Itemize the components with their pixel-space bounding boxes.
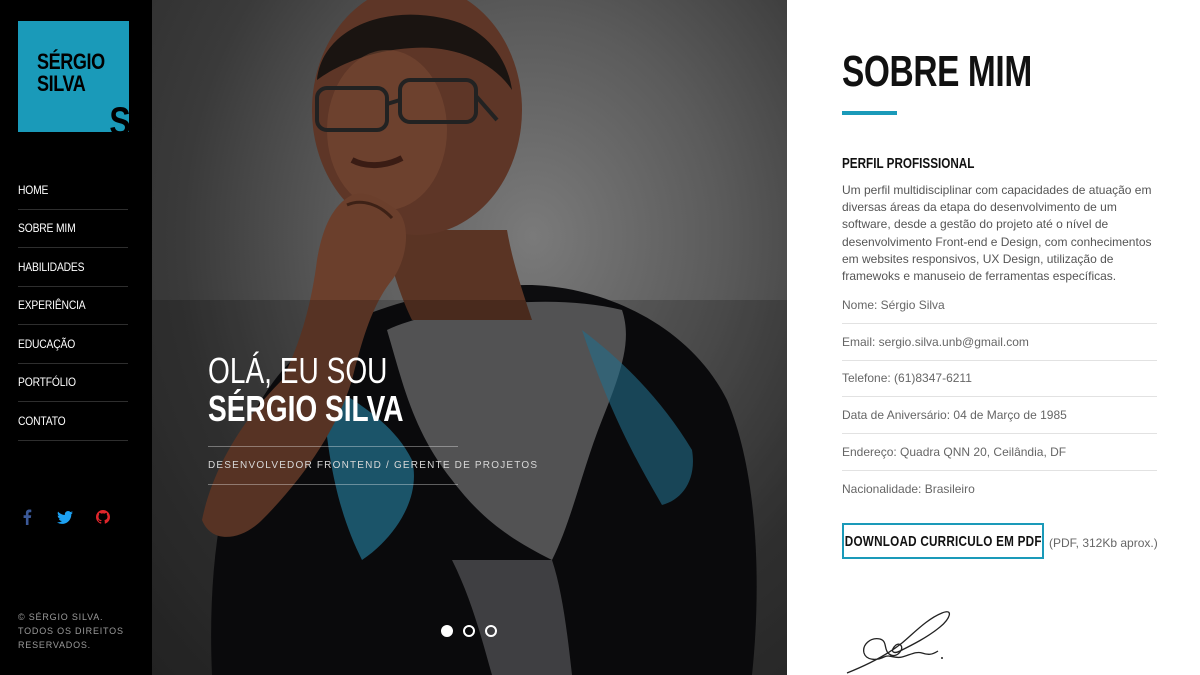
info-address: Endereço: Quadra QNN 20, Ceilândia, DF	[842, 434, 1157, 471]
copyright-line: TODOS OS DIREITOS	[18, 626, 124, 636]
nav-item-label: CONTATO	[18, 413, 66, 428]
download-cv-button[interactable]: DOWNLOAD CURRICULO EM PDF	[842, 523, 1044, 559]
nav-item-home[interactable]: HOME	[18, 171, 128, 210]
info-email: Email: sergio.silva.unb@gmail.com	[842, 324, 1157, 361]
nav-item-experiencia[interactable]: EXPERIÊNCIA	[18, 287, 128, 325]
nav-item-habilidades[interactable]: HABILIDADES	[18, 248, 128, 287]
nav-item-sobre-mim[interactable]: SOBRE MIM	[18, 210, 128, 248]
nav-item-label: HOME	[18, 182, 49, 197]
nav-item-label: PORTFÓLIO	[18, 375, 76, 390]
brand-mark: S	[109, 100, 129, 132]
brand-name: SÉRGIO SILVA	[37, 51, 105, 95]
hero-name: SÉRGIO SILVA	[208, 388, 404, 429]
facebook-icon[interactable]	[18, 508, 36, 526]
download-note: (PDF, 312Kb aprox.)	[1049, 535, 1158, 550]
hero-slider: OLÁ, EU SOU SÉRGIO SILVA DESENVOLVEDOR F…	[152, 0, 787, 675]
copyright-line: © SÉRGIO SILVA.	[18, 612, 104, 622]
twitter-icon[interactable]	[56, 508, 74, 526]
title-accent-bar	[842, 111, 897, 115]
slider-dot-3[interactable]	[485, 625, 497, 637]
copyright-line: RESERVADOS.	[18, 640, 91, 650]
brand-logo[interactable]: SÉRGIO SILVA S	[18, 21, 129, 132]
personal-info-list: Nome: Sérgio Silva Email: sergio.silva.u…	[842, 287, 1157, 508]
download-row: DOWNLOAD CURRICULO EM PDF (PDF, 312Kb ap…	[842, 523, 1158, 559]
profile-description: Um perfil multidisciplinar com capacidad…	[842, 183, 1152, 284]
info-name: Nome: Sérgio Silva	[842, 287, 1157, 324]
brand-name-line1: SÉRGIO	[37, 49, 105, 74]
nav-item-label: EDUCAÇÃO	[18, 336, 76, 351]
hero-greeting: OLÁ, EU SOU	[208, 350, 388, 391]
nav-item-educacao[interactable]: EDUCAÇÃO	[18, 325, 128, 364]
brand-name-line2: SILVA	[37, 71, 86, 96]
nav-item-label: SOBRE MIM	[18, 221, 76, 236]
copyright: © SÉRGIO SILVA. TODOS OS DIREITOS RESERV…	[18, 610, 138, 652]
hero-subtitle: DESENVOLVEDOR FRONTEND / GERENTE DE PROJ…	[208, 460, 539, 471]
divider	[208, 446, 458, 447]
slider-dot-2[interactable]	[463, 625, 475, 637]
nav-item-label: HABILIDADES	[18, 259, 85, 274]
social-links	[18, 508, 112, 526]
download-cv-label: DOWNLOAD CURRICULO EM PDF	[844, 532, 1042, 550]
about-section: SOBRE MIM PERFIL PROFISSIONAL Um perfil …	[787, 0, 1200, 675]
info-birthday: Data de Aniversário: 04 de Março de 1985	[842, 397, 1157, 435]
info-nationality: Nacionalidade: Brasileiro	[842, 482, 975, 497]
divider	[208, 484, 458, 485]
signature-image	[846, 611, 950, 674]
slider-dot-1[interactable]	[441, 625, 453, 637]
profile-heading: PERFIL PROFISSIONAL	[842, 155, 975, 172]
info-phone: Telefone: (61)8347-6211	[842, 361, 1157, 398]
section-title: SOBRE MIM	[842, 47, 1032, 96]
slider-pagination	[441, 625, 497, 637]
github-icon[interactable]	[94, 508, 112, 526]
sidebar: SÉRGIO SILVA S HOME SOBRE MIM HABILIDADE…	[0, 0, 152, 675]
nav-item-portfolio[interactable]: PORTFÓLIO	[18, 364, 128, 402]
hero-portrait-image	[152, 0, 787, 675]
nav-item-label: EXPERIÊNCIA	[18, 298, 86, 313]
nav-item-contato[interactable]: CONTATO	[18, 402, 128, 441]
main-nav: HOME SOBRE MIM HABILIDADES EXPERIÊNCIA E…	[18, 171, 128, 441]
